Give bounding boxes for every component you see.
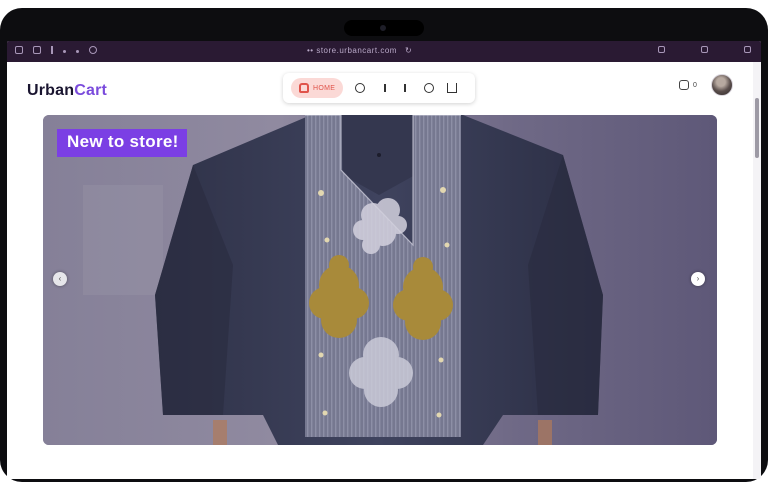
cart-count: 0	[693, 81, 697, 89]
nav-home-label: HOME	[313, 84, 336, 92]
hero-banner[interactable]: New to store! ‹ ›	[43, 115, 717, 445]
logo-accent-text: Cart	[74, 82, 108, 99]
carousel-prev-button[interactable]: ‹	[53, 272, 67, 286]
chevron-left-icon: ‹	[58, 274, 62, 283]
chevron-right-icon: ›	[696, 274, 700, 283]
nav-home-button[interactable]: HOME	[291, 78, 344, 98]
home-icon	[299, 83, 309, 93]
new-arrival-badge: New to store!	[57, 129, 187, 157]
store-page: UrbanCart HOME 0 New to store! ‹ ›	[7, 62, 761, 479]
scrollbar-thumb[interactable]	[755, 98, 759, 158]
product-image	[43, 115, 717, 445]
logo-text: Urban	[27, 82, 75, 99]
main-nav: HOME	[283, 73, 475, 103]
shield-icon[interactable]	[89, 46, 97, 54]
nav-item-icon[interactable]	[384, 84, 387, 92]
new-tab-icon[interactable]	[701, 46, 708, 53]
nav-item-icon[interactable]	[404, 84, 407, 92]
browser-toolbar: •• store.urbancart.com ↻	[7, 41, 761, 62]
tabs-icon[interactable]	[744, 46, 751, 53]
forward-icon[interactable]	[76, 49, 79, 53]
carousel-next-button[interactable]: ›	[691, 272, 705, 286]
tab-overview-icon[interactable]	[33, 46, 41, 54]
back-icon[interactable]	[63, 49, 66, 53]
sidebar-toggle-icon[interactable]	[15, 46, 23, 54]
cart-icon	[679, 80, 689, 90]
screen: •• store.urbancart.com ↻ UrbanCart HOME	[7, 41, 761, 479]
cart-button[interactable]: 0	[679, 80, 697, 90]
divider-icon	[51, 46, 53, 54]
user-avatar[interactable]	[711, 74, 733, 96]
circle-icon[interactable]	[424, 83, 435, 93]
site-logo[interactable]: UrbanCart	[27, 82, 107, 100]
camera-icon	[380, 25, 386, 31]
address-bar[interactable]: •• store.urbancart.com	[307, 46, 397, 55]
scrollbar[interactable]	[753, 62, 761, 479]
share-icon[interactable]	[658, 46, 665, 53]
webcam-notch	[344, 20, 424, 36]
laptop-frame: •• store.urbancart.com ↻ UrbanCart HOME	[0, 8, 768, 482]
book-icon[interactable]	[447, 83, 458, 93]
reload-icon[interactable]: ↻	[405, 46, 412, 55]
info-icon[interactable]	[355, 83, 366, 93]
